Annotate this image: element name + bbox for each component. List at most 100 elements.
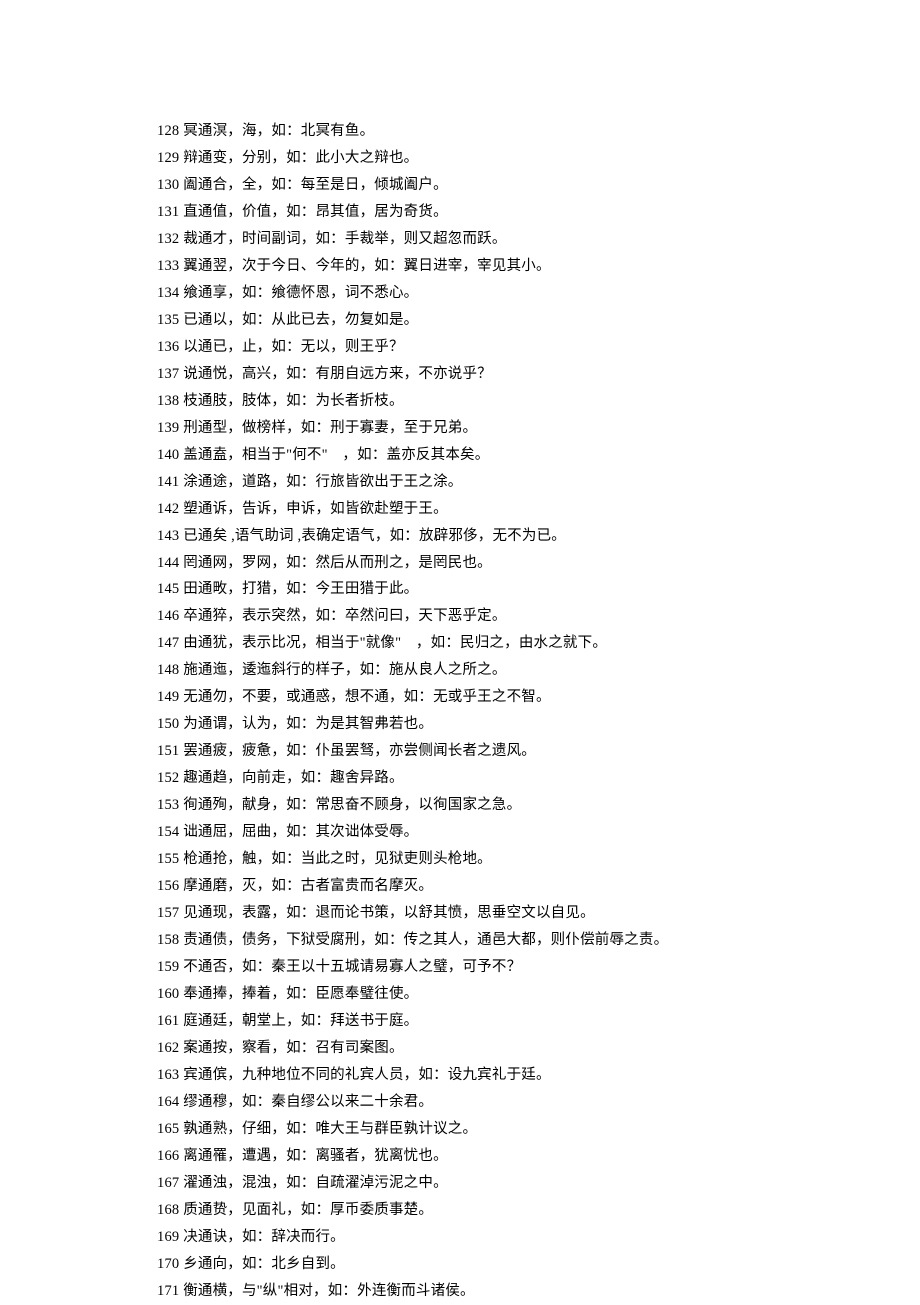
- entry-text: 不通否，如：秦王以十五城请易寡人之璧，可予不？: [183, 959, 521, 975]
- entry-number: 152: [157, 770, 179, 786]
- entry-text: 案通按，察看，如：召有司案图。: [183, 1040, 404, 1056]
- entry-text: 宾通傧，九种地位不同的礼宾人员，如：设九宾礼于廷。: [183, 1067, 551, 1083]
- entry-text: 罔通网，罗网，如：然后从而刑之，是罔民也。: [183, 555, 492, 571]
- entry-line: 141 涂通途，道路，如：行旅皆欲出于王之涂。: [157, 469, 877, 496]
- entry-text: 见通现，表露，如：退而论书策，以舒其愤，思垂空文以自见。: [183, 905, 595, 921]
- entry-line: 131 直通值，价值，如：昂其值，居为奇货。: [157, 199, 877, 226]
- entry-line: 142 塑通诉，告诉，申诉，如皆欲赴塑于王。: [157, 496, 877, 523]
- entry-number: 143: [157, 528, 179, 544]
- entry-number: 159: [157, 959, 179, 975]
- entry-line: 129 辩通变，分别，如：此小大之辩也。: [157, 145, 877, 172]
- entry-number: 137: [157, 366, 179, 382]
- entry-line: 133 翼通翌，次于今日、今年的，如：翼日进宰，宰见其小。: [157, 253, 877, 280]
- entry-line: 132 裁通才，时间副词，如：手裁举，则又超忽而跃。: [157, 226, 877, 253]
- entry-line: 140 盖通盍，相当于"何不" ，如：盖亦反其本矣。: [157, 442, 877, 469]
- entry-number: 134: [157, 285, 179, 301]
- entry-number: 157: [157, 905, 179, 921]
- entry-number: 171: [157, 1283, 179, 1299]
- entry-line: 151 罢通疲，疲惫，如：仆虽罢驽，亦尝侧闻长者之遗风。: [157, 738, 877, 765]
- entry-number: 147: [157, 635, 179, 651]
- entry-text: 刑通型，做榜样，如：刑于寡妻，至于兄弟。: [183, 420, 477, 436]
- entry-line: 164 缪通穆，如：秦自缪公以来二十余君。: [157, 1089, 877, 1116]
- entry-text: 由通犹，表示比况，相当于"就像" ，如：民归之，由水之就下。: [183, 635, 607, 651]
- entry-text: 冥通溟，海，如：北冥有鱼。: [183, 123, 374, 139]
- entry-line: 167 濯通浊，混浊，如：自疏濯淖污泥之中。: [157, 1170, 877, 1197]
- entry-text: 阖通合，全，如：每至是日，倾城阖户。: [183, 177, 448, 193]
- entry-text: 濯通浊，混浊，如：自疏濯淖污泥之中。: [183, 1175, 448, 1191]
- entry-text: 田通畋，打猎，如：今王田猎于此。: [183, 581, 418, 597]
- entry-line: 146 卒通猝，表示突然，如：卒然问曰，天下恶乎定。: [157, 603, 877, 630]
- entry-line: 139 刑通型，做榜样，如：刑于寡妻，至于兄弟。: [157, 415, 877, 442]
- entry-line: 162 案通按，察看，如：召有司案图。: [157, 1035, 877, 1062]
- entry-line: 156 摩通磨，灭，如：古者富贵而名摩灭。: [157, 873, 877, 900]
- entry-text: 徇通殉，献身，如：常思奋不顾身，以徇国家之急。: [183, 797, 521, 813]
- entry-line: 171 衡通横，与"纵"相对，如：外连衡而斗诸侯。: [157, 1278, 877, 1305]
- entry-text: 责通债，债务，下狱受腐刑，如：传之其人，通邑大都，则仆偿前辱之责。: [183, 932, 668, 948]
- entry-text: 以通已，止，如：无以，则王乎？: [183, 339, 404, 355]
- entry-number: 158: [157, 932, 179, 948]
- entry-line: 147 由通犹，表示比况，相当于"就像" ，如：民归之，由水之就下。: [157, 630, 877, 657]
- entry-text: 翼通翌，次于今日、今年的，如：翼日进宰，宰见其小。: [183, 258, 551, 274]
- entry-text: 为通谓，认为，如：为是其智弗若也。: [183, 716, 433, 732]
- entry-line: 170 乡通向，如：北乡自到。: [157, 1251, 877, 1278]
- entry-line: 149 无通勿，不要，或通惑，想不通，如：无或乎王之不智。: [157, 684, 877, 711]
- entry-text: 施通迤，逶迤斜行的样子，如：施从良人之所之。: [183, 662, 506, 678]
- entry-number: 145: [157, 581, 179, 597]
- entry-number: 136: [157, 339, 179, 355]
- entry-text: 衡通横，与"纵"相对，如：外连衡而斗诸侯。: [183, 1283, 475, 1299]
- entry-line: 160 奉通捧，捧着，如：臣愿奉璧往使。: [157, 981, 877, 1008]
- entry-line: 155 枪通抢，触，如：当此之时，见狱吏则头枪地。: [157, 846, 877, 873]
- entry-text: 奉通捧，捧着，如：臣愿奉璧往使。: [183, 986, 418, 1002]
- entry-line: 128 冥通溟，海，如：北冥有鱼。: [157, 118, 877, 145]
- entry-number: 131: [157, 204, 179, 220]
- entry-number: 130: [157, 177, 179, 193]
- entry-number: 160: [157, 986, 179, 1002]
- entry-number: 155: [157, 851, 179, 867]
- entry-number: 164: [157, 1094, 179, 1110]
- entry-line: 150 为通谓，认为，如：为是其智弗若也。: [157, 711, 877, 738]
- entry-number: 165: [157, 1121, 179, 1137]
- entry-number: 128: [157, 123, 179, 139]
- entry-line: 136 以通已，止，如：无以，则王乎？: [157, 334, 877, 361]
- entry-number: 168: [157, 1202, 179, 1218]
- entry-line: 143 已通矣 ,语气助词 ,表确定语气，如：放辟邪侈，无不为已。: [157, 523, 877, 550]
- entry-text: 说通悦，高兴，如：有朋自远方来，不亦说乎？: [183, 366, 492, 382]
- entry-text: 枪通抢，触，如：当此之时，见狱吏则头枪地。: [183, 851, 492, 867]
- entry-text: 已通以，如：从此已去，勿复如是。: [183, 312, 418, 328]
- entry-line: 154 诎通屈，屈曲，如：其次诎体受辱。: [157, 819, 877, 846]
- entry-line: 168 质通贽，见面礼，如：厚币委质事楚。: [157, 1197, 877, 1224]
- entry-line: 166 离通罹，遭遇，如：离骚者，犹离忧也。: [157, 1143, 877, 1170]
- entry-number: 162: [157, 1040, 179, 1056]
- entry-text: 卒通猝，表示突然，如：卒然问曰，天下恶乎定。: [183, 608, 506, 624]
- entry-line: 130 阖通合，全，如：每至是日，倾城阖户。: [157, 172, 877, 199]
- entry-number: 153: [157, 797, 179, 813]
- entry-number: 163: [157, 1067, 179, 1083]
- entry-text: 枝通肢，肢体，如：为长者折枝。: [183, 393, 404, 409]
- entry-text: 质通贽，见面礼，如：厚币委质事楚。: [183, 1202, 433, 1218]
- entry-number: 166: [157, 1148, 179, 1164]
- entry-text: 缪通穆，如：秦自缪公以来二十余君。: [183, 1094, 433, 1110]
- entry-line: 165 孰通熟，仔细，如：唯大王与群臣孰计议之。: [157, 1116, 877, 1143]
- entry-text: 已通矣 ,语气助词 ,表确定语气，如：放辟邪侈，无不为已。: [183, 528, 566, 544]
- entry-number: 133: [157, 258, 179, 274]
- entry-number: 154: [157, 824, 179, 840]
- entry-text: 庭通廷，朝堂上，如：拜送书于庭。: [183, 1013, 418, 1029]
- entry-line: 161 庭通廷，朝堂上，如：拜送书于庭。: [157, 1008, 877, 1035]
- entry-text: 飨通享，如：飨德怀恩，词不悉心。: [183, 285, 418, 301]
- entry-line: 135 已通以，如：从此已去，勿复如是。: [157, 307, 877, 334]
- entry-line: 152 趣通趋，向前走，如：趣舍异路。: [157, 765, 877, 792]
- entry-line: 138 枝通肢，肢体，如：为长者折枝。: [157, 388, 877, 415]
- entry-number: 156: [157, 878, 179, 894]
- entry-text: 辩通变，分别，如：此小大之辩也。: [183, 150, 418, 166]
- entry-line: 145 田通畋，打猎，如：今王田猎于此。: [157, 576, 877, 603]
- entry-text: 盖通盍，相当于"何不" ，如：盖亦反其本矣。: [183, 447, 489, 463]
- entry-number: 142: [157, 501, 179, 517]
- entry-text: 涂通途，道路，如：行旅皆欲出于王之涂。: [183, 474, 462, 490]
- entry-number: 141: [157, 474, 179, 490]
- entry-text: 直通值，价值，如：昂其值，居为奇货。: [183, 204, 448, 220]
- entry-text: 摩通磨，灭，如：古者富贵而名摩灭。: [183, 878, 433, 894]
- entry-number: 139: [157, 420, 179, 436]
- entry-number: 140: [157, 447, 179, 463]
- entry-text: 趣通趋，向前走，如：趣舍异路。: [183, 770, 404, 786]
- entry-line: 137 说通悦，高兴，如：有朋自远方来，不亦说乎？: [157, 361, 877, 388]
